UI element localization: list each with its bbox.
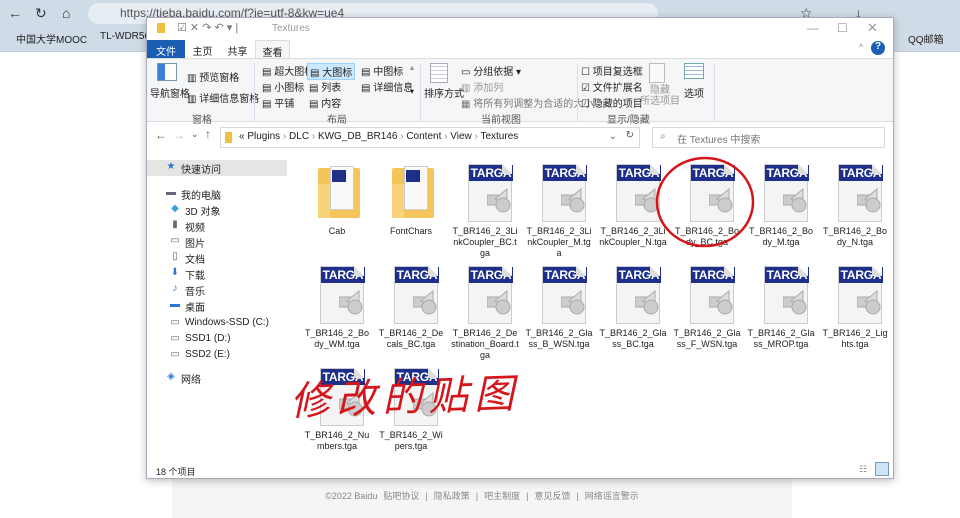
handwritten-annotation: 修改的贴图 bbox=[289, 370, 521, 425]
annotation-layer bbox=[655, 156, 755, 248]
red-circle-annotation bbox=[655, 156, 755, 248]
